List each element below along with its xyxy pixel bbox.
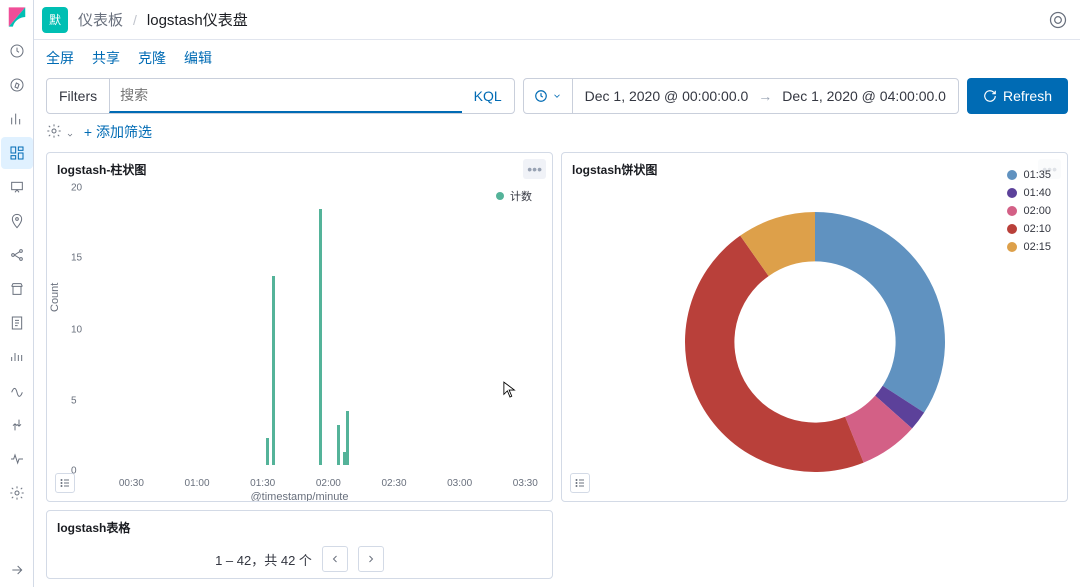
bar[interactable] bbox=[272, 276, 275, 465]
search-input[interactable] bbox=[110, 79, 461, 111]
action-share[interactable]: 共享 bbox=[92, 48, 120, 68]
legend-swatch-icon bbox=[1007, 224, 1017, 234]
panel-bar-chart: logstash-柱状图 ••• 计数 Count 0 5 10 15 20 bbox=[46, 152, 553, 502]
kibana-logo-icon[interactable] bbox=[6, 6, 28, 28]
legend-toggle-icon[interactable] bbox=[55, 473, 75, 493]
y-tick: 5 bbox=[71, 396, 77, 407]
legend-label: 01:35 bbox=[1023, 169, 1051, 181]
legend-item[interactable]: 02:10 bbox=[1007, 223, 1051, 235]
nav-management-icon[interactable] bbox=[1, 477, 33, 509]
legend-item[interactable]: 01:35 bbox=[1007, 169, 1051, 181]
bar[interactable] bbox=[266, 438, 269, 465]
panel-table: logstash表格 1 – 42，共 42 个 时间▼ message age… bbox=[46, 510, 553, 579]
y-tick: 10 bbox=[71, 324, 82, 335]
top-bar: 默 仪表板 / logstash仪表盘 bbox=[34, 0, 1080, 40]
nav-dashboard-icon[interactable] bbox=[1, 137, 33, 169]
x-tick: 01:00 bbox=[185, 478, 210, 489]
filters-label: Filters bbox=[47, 88, 109, 104]
x-tick: 03:00 bbox=[447, 478, 472, 489]
nav-canvas-icon[interactable] bbox=[1, 171, 33, 203]
dashboard-actions: 全屏 共享 克隆 编辑 bbox=[34, 40, 1080, 78]
quick-select-icon[interactable] bbox=[524, 79, 573, 113]
y-tick: 15 bbox=[71, 252, 82, 263]
add-filter-button[interactable]: + 添加筛选 bbox=[84, 122, 152, 142]
nav-ml-icon[interactable] bbox=[1, 239, 33, 271]
y-tick: 20 bbox=[71, 183, 82, 194]
x-tick: 00:30 bbox=[119, 478, 144, 489]
pager-prev-button[interactable] bbox=[322, 546, 348, 572]
legend-toggle-icon[interactable] bbox=[570, 473, 590, 493]
nav-heartbeat-icon[interactable] bbox=[1, 443, 33, 475]
pager-text: 1 – 42，共 42 个 bbox=[215, 550, 312, 569]
legend-item[interactable]: 01:40 bbox=[1007, 187, 1051, 199]
kql-toggle[interactable]: KQL bbox=[462, 88, 514, 104]
legend-swatch-icon bbox=[1007, 188, 1017, 198]
legend-label: 02:10 bbox=[1023, 223, 1051, 235]
panel-options-icon[interactable]: ••• bbox=[523, 159, 546, 179]
arrow-right-icon: → bbox=[758, 88, 772, 104]
legend-label: 02:00 bbox=[1023, 205, 1051, 217]
bar[interactable] bbox=[319, 209, 322, 466]
nav-visualize-icon[interactable] bbox=[1, 103, 33, 135]
panel-title: logstash表格 bbox=[47, 511, 552, 540]
x-axis-label: @timestamp/minute bbox=[251, 491, 349, 502]
bar[interactable] bbox=[343, 452, 346, 466]
x-tick: 02:30 bbox=[381, 478, 406, 489]
time-from[interactable]: Dec 1, 2020 @ 00:00:00.0 bbox=[585, 88, 749, 104]
bar-plot-area[interactable] bbox=[95, 196, 542, 465]
nav-siem-icon[interactable] bbox=[1, 409, 33, 441]
breadcrumb-current: logstash仪表盘 bbox=[147, 9, 248, 30]
nav-discover-icon[interactable] bbox=[1, 69, 33, 101]
nav-collapse-icon[interactable] bbox=[1, 554, 33, 586]
nav-infra-icon[interactable] bbox=[1, 273, 33, 305]
legend-item[interactable]: 02:15 bbox=[1007, 241, 1051, 253]
nav-recent-icon[interactable] bbox=[1, 35, 33, 67]
nav-uptime-icon[interactable] bbox=[1, 375, 33, 407]
left-nav bbox=[0, 0, 34, 587]
panel-title: logstash-柱状图 bbox=[47, 153, 552, 182]
filter-row: + 添加筛选 bbox=[34, 114, 1080, 152]
donut-slice[interactable] bbox=[815, 212, 945, 413]
bar[interactable] bbox=[346, 411, 349, 465]
x-tick: 03:30 bbox=[513, 478, 538, 489]
nav-apm-icon[interactable] bbox=[1, 341, 33, 373]
filters-box: Filters KQL bbox=[46, 78, 515, 114]
legend-swatch-icon bbox=[1007, 170, 1017, 180]
legend-item[interactable]: 02:00 bbox=[1007, 205, 1051, 217]
time-to[interactable]: Dec 1, 2020 @ 04:00:00.0 bbox=[782, 88, 946, 104]
space-selector[interactable]: 默 bbox=[42, 7, 68, 33]
y-axis-label: Count bbox=[49, 282, 61, 311]
x-tick: 02:00 bbox=[316, 478, 341, 489]
legend-label: 01:40 bbox=[1023, 187, 1051, 199]
pager-next-button[interactable] bbox=[358, 546, 384, 572]
filter-options-icon[interactable] bbox=[46, 123, 74, 142]
legend-swatch-icon bbox=[1007, 242, 1017, 252]
nav-logs-icon[interactable] bbox=[1, 307, 33, 339]
breadcrumb-separator: / bbox=[133, 12, 137, 28]
breadcrumb-root[interactable]: 仪表板 bbox=[78, 9, 123, 30]
refresh-button[interactable]: Refresh bbox=[967, 78, 1068, 114]
time-picker[interactable]: Dec 1, 2020 @ 00:00:00.0 → Dec 1, 2020 @… bbox=[523, 78, 959, 114]
panel-pie-chart: logstash饼状图 ••• 01:3501:4002:0002:1002:1… bbox=[561, 152, 1068, 502]
action-clone[interactable]: 克隆 bbox=[138, 48, 166, 68]
nav-maps-icon[interactable] bbox=[1, 205, 33, 237]
action-edit[interactable]: 编辑 bbox=[184, 48, 212, 68]
legend-swatch-icon bbox=[1007, 206, 1017, 216]
table-header: 时间▼ message agent.type log.file.path bbox=[47, 578, 552, 579]
donut-plot[interactable] bbox=[675, 202, 955, 482]
pie-legend: 01:35 01:40 02:00 02:10 02:15 bbox=[1007, 169, 1051, 253]
query-bar: Filters KQL Dec 1, 2020 @ 00:00:00.0 → D… bbox=[34, 78, 1080, 114]
action-fullscreen[interactable]: 全屏 bbox=[46, 48, 74, 68]
bar[interactable] bbox=[337, 425, 340, 466]
help-icon[interactable] bbox=[1048, 10, 1068, 30]
panel-title: logstash饼状图 bbox=[562, 153, 1067, 182]
table-pager: 1 – 42，共 42 个 bbox=[47, 540, 552, 578]
x-tick: 01:30 bbox=[250, 478, 275, 489]
legend-label: 02:15 bbox=[1023, 241, 1051, 253]
